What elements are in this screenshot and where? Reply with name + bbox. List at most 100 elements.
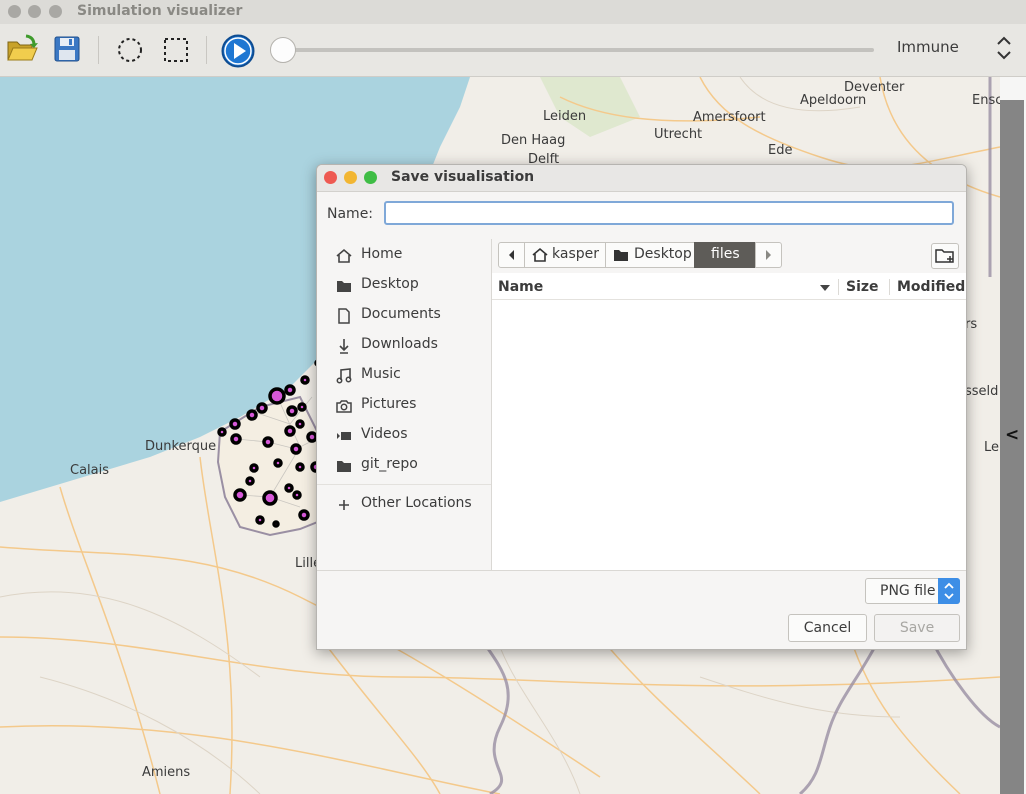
node [256, 402, 268, 414]
main-titlebar: Simulation visualizer [0, 0, 1026, 24]
node [273, 458, 283, 468]
column-header-name[interactable]: Name [498, 279, 543, 295]
file-type-value: PNG file [880, 583, 936, 599]
path-segment-kasper[interactable]: kasper [524, 242, 606, 268]
dialog-close-button[interactable] [324, 171, 337, 184]
minimize-window-button[interactable] [28, 5, 41, 18]
sidebar-item-label: Desktop [361, 276, 419, 292]
sidebar-item-label: Videos [361, 426, 408, 442]
sidebar-item-videos[interactable]: Videos [317, 421, 491, 449]
node [246, 409, 258, 421]
mode-select-arrows[interactable] [994, 34, 1014, 66]
dialog-maximize-button[interactable] [364, 171, 377, 184]
home-icon [532, 247, 548, 262]
city-label: Leiden [543, 109, 587, 124]
name-label: Name: [327, 206, 374, 222]
node [233, 488, 247, 502]
city-label: Dunkerque [145, 439, 217, 454]
path-segment-label: Desktop [634, 246, 692, 262]
filename-input[interactable] [384, 201, 954, 225]
lasso-select-button[interactable] [116, 36, 144, 68]
node [262, 490, 278, 506]
node [255, 515, 265, 525]
close-window-button[interactable] [8, 5, 21, 18]
path-scroll-right-button[interactable] [755, 242, 782, 268]
open-file-button[interactable] [6, 34, 38, 68]
node [249, 463, 259, 473]
path-segment-desktop[interactable]: Desktop [605, 242, 695, 268]
city-label: Amersfoort [693, 110, 766, 125]
node [284, 483, 294, 493]
circle-select-icon [118, 38, 142, 62]
play-icon [221, 34, 255, 68]
open-folder-icon [7, 34, 38, 61]
sidebar-item-pictures[interactable]: Pictures [317, 391, 491, 419]
node [286, 405, 298, 417]
sidebar-item-downloads[interactable]: Downloads [317, 331, 491, 359]
city-label: sseld [965, 384, 999, 399]
sort-descending-icon [820, 285, 830, 291]
filter-arrows[interactable] [938, 578, 960, 604]
sidebar-item-label: Documents [361, 306, 441, 322]
rect-select-button[interactable] [162, 36, 190, 68]
mode-select-value[interactable]: Immune [897, 38, 959, 56]
city-label: Le [984, 440, 1000, 455]
column-header-modified[interactable]: Modified [897, 279, 965, 295]
sidebar-item-other-locations[interactable]: Other Locations [317, 490, 491, 518]
music-note-icon [336, 368, 352, 384]
sidebar-item-label: Other Locations [361, 495, 472, 511]
floppy-disk-icon [54, 36, 80, 62]
toolbar: Immune [0, 24, 1026, 77]
city-label: Calais [70, 463, 110, 478]
download-icon [339, 339, 349, 354]
node [262, 436, 274, 448]
network-nodes [217, 359, 322, 528]
column-separator [838, 279, 839, 295]
dialog-titlebar: Save visualisation [317, 165, 966, 192]
file-list[interactable]: Name Size Modified [492, 273, 966, 570]
file-list-header: Name Size Modified [492, 273, 966, 300]
new-folder-button[interactable] [931, 243, 959, 269]
column-separator [889, 279, 890, 295]
side-panel-toggle-bar[interactable] [1000, 100, 1024, 794]
node [272, 520, 280, 528]
node [298, 509, 310, 521]
save-button[interactable]: Save [874, 614, 960, 642]
folder-icon [337, 461, 351, 472]
save-dialog: Save visualisation Name: Home Desktop Do… [316, 164, 967, 650]
sidebar-item-git-repo[interactable]: git_repo [317, 451, 491, 479]
sidebar-item-home[interactable]: Home [317, 241, 491, 269]
city-label: Apeldoorn [800, 93, 867, 108]
dialog-footer: PNG file Cancel Save [317, 570, 966, 649]
node [230, 433, 242, 445]
cancel-button[interactable]: Cancel [788, 614, 867, 642]
city-label: Den Haag [501, 133, 566, 148]
play-button[interactable] [221, 34, 255, 72]
places-sidebar: Home Desktop Documents Downloads Music P… [317, 239, 492, 570]
path-segment-label: kasper [552, 246, 599, 262]
expand-panel-icon[interactable]: < [1005, 425, 1019, 445]
sidebar-item-documents[interactable]: Documents [317, 301, 491, 329]
chevron-left-icon [509, 250, 514, 260]
camera-icon [336, 400, 352, 413]
file-type-filter[interactable]: PNG file [865, 578, 960, 604]
updown-chevron-icon [997, 36, 1011, 60]
updown-chevron-icon [944, 582, 954, 600]
sidebar-item-music[interactable]: Music [317, 361, 491, 389]
save-button[interactable] [54, 36, 80, 66]
chevron-right-icon [766, 250, 771, 260]
path-scroll-left-button[interactable] [498, 242, 525, 268]
toolbar-separator [98, 36, 99, 64]
maximize-window-button[interactable] [49, 5, 62, 18]
playback-slider-handle[interactable] [270, 37, 296, 63]
sidebar-item-desktop[interactable]: Desktop [317, 271, 491, 299]
column-header-size[interactable]: Size [846, 279, 879, 295]
sidebar-divider [317, 484, 491, 485]
node [217, 427, 227, 437]
sidebar-item-label: Downloads [361, 336, 438, 352]
path-segment-files[interactable]: files [694, 242, 756, 268]
node [295, 462, 305, 472]
playback-slider[interactable] [284, 48, 874, 52]
document-icon [338, 308, 350, 324]
dialog-minimize-button[interactable] [344, 171, 357, 184]
